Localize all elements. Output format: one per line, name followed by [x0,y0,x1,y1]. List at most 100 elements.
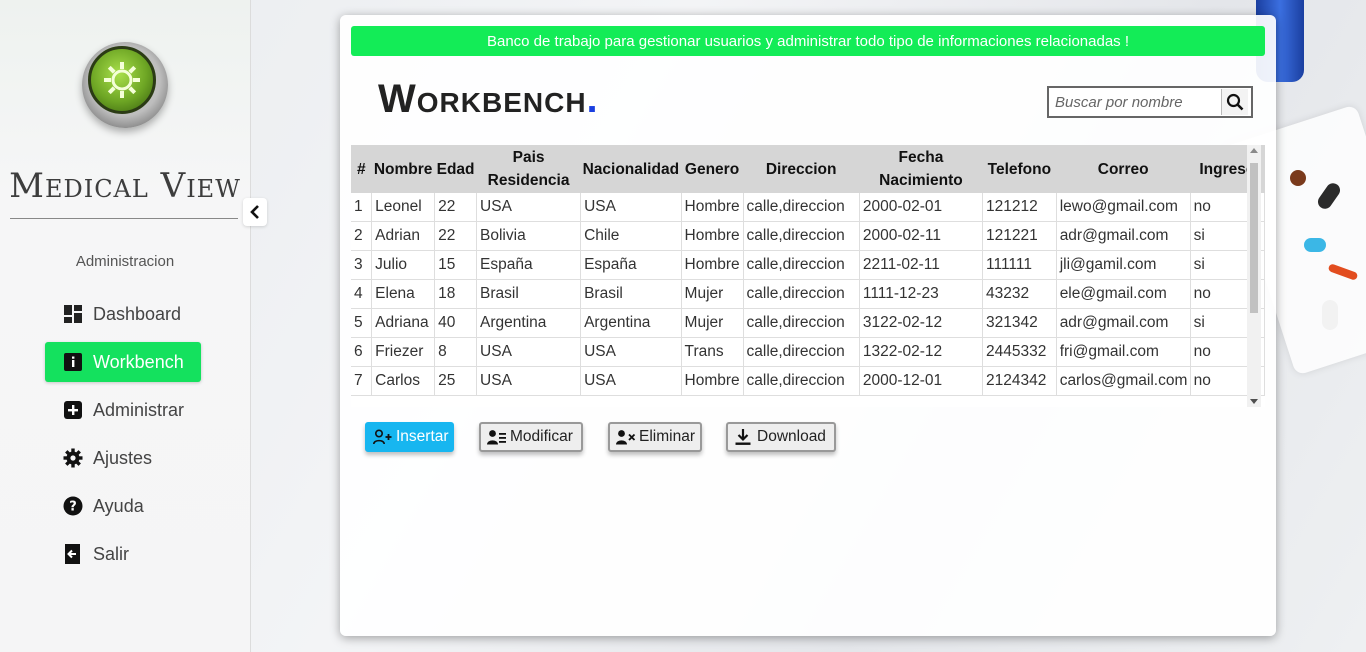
table-cell: adr@gmail.com [1056,308,1191,338]
download-icon [734,428,754,446]
scroll-up-arrow-icon[interactable] [1250,148,1258,153]
table-cell: USA [476,366,582,396]
search-icon [1226,93,1244,111]
background-decoration [1304,238,1326,252]
table-cell: Argentina [580,308,682,338]
table-cell: fri@gmail.com [1056,337,1191,367]
insert-button[interactable]: Insertar [365,422,454,452]
table-cell: 1322-02-12 [859,337,984,367]
sidebar-item-dashboard[interactable]: Dashboard [45,294,201,334]
sidebar: Medical View Administracion Dashboard Wo… [0,0,251,652]
plus-square-icon [63,400,83,420]
sidebar-section-label: Administracion [75,253,175,270]
column-header[interactable]: # [351,145,372,193]
table-cell: calle,direccion [743,279,860,309]
sidebar-item-salir[interactable]: Salir [45,534,201,574]
title-dot: . [586,77,599,121]
table-cell: Trans [681,337,744,367]
table-cell: 22 [434,193,478,222]
sidebar-item-label: Salir [93,543,130,564]
table-row[interactable]: 1 Leonel 22 USA USA Hombre calle,direccion 2000… [351,193,1265,222]
table-cell: Hombre [681,366,744,396]
table-cell: Hombre [681,193,744,222]
table-cell: 2000-02-11 [859,221,984,251]
table-cell: 2445332 [982,337,1057,367]
table-cell: 321342 [982,308,1057,338]
table-cell: 111111 [982,250,1057,280]
table-row[interactable]: 3 Julio 15 España España Hombre calle,direccio… [351,250,1265,280]
scroll-down-arrow-icon[interactable] [1250,399,1258,404]
column-header[interactable]: Genero [681,145,743,193]
table-row[interactable]: 2 Adrian 22 Bolivia Chile Hombre calle,direcci… [351,221,1265,251]
table-row[interactable]: 5 Adriana 40 Argentina Argentina Mujer calle,d… [351,308,1265,338]
table-cell: España [476,250,582,280]
table-row[interactable]: 6 Friezer 8 USA USA Trans calle,direccion 1322-… [351,337,1265,367]
table-cell: Argentina [476,308,582,338]
table-cell: Leonel [371,193,436,222]
sidebar-item-label: Administrar [93,399,185,420]
sidebar-item-label: Workbench [93,351,184,372]
table-cell: USA [580,366,682,396]
table-cell: Mujer [681,279,744,309]
workbench-card: Banco de trabajo para gestionar usuarios… [340,15,1276,636]
sidebar-item-ayuda[interactable]: ? Ayuda [45,486,201,526]
table-cell: 43232 [982,279,1057,309]
column-header[interactable]: Nacionalidad [580,145,682,193]
search-input[interactable] [1049,90,1221,114]
table-cell: adr@gmail.com [1056,221,1191,251]
table-cell: 3122-02-12 [859,308,984,338]
table-row[interactable]: 4 Elena 18 Brasil Brasil Mujer calle,direccion… [351,279,1265,309]
table-cell: 2124342 [982,366,1057,396]
table-cell: Bolivia [476,221,582,251]
column-header[interactable]: Pais Residencia [476,145,581,193]
table-cell: calle,direccion [743,221,860,251]
table-cell: Hombre [681,250,744,280]
download-button[interactable]: Download [726,422,836,452]
sidebar-item-workbench[interactable]: Workbench [45,342,201,382]
svg-text:?: ? [69,500,77,515]
sidebar-item-administrar[interactable]: Administrar [45,390,201,430]
insert-button-label: Insertar [396,428,449,445]
table-cell: carlos@gmail.com [1056,366,1191,396]
table-cell: 2000-02-01 [859,193,984,222]
table-cell: 25 [434,366,478,396]
table-cell: 3 [351,250,373,280]
column-header[interactable]: Fecha Nacimiento [859,145,983,193]
column-header[interactable]: Correo [1056,145,1191,193]
delete-button[interactable]: Eliminar [608,422,702,452]
download-button-label: Download [757,428,826,445]
table-cell: 7 [351,366,373,396]
info-banner: Banco de trabajo para gestionar usuarios… [351,26,1265,56]
table-cell: calle,direccion [743,337,860,367]
column-header[interactable]: Direccion [743,145,860,193]
table-cell: 1111-12-23 [859,279,984,309]
table-cell: Adriana [371,308,436,338]
table-cell: calle,direccion [743,366,860,396]
logo [82,42,168,128]
column-header[interactable]: Nombre [371,145,435,193]
table-cell: Mujer [681,308,744,338]
exit-icon [63,544,83,564]
table-cell: 18 [434,279,478,309]
search-button[interactable] [1221,89,1248,115]
column-header[interactable]: Telefono [982,145,1057,193]
sidebar-item-ajustes[interactable]: Ajustes [45,438,201,478]
scroll-thumb[interactable] [1250,163,1258,313]
table-cell: Chile [580,221,682,251]
background-decoration [1315,180,1343,212]
sidebar-item-label: Ajustes [93,447,153,468]
background-decoration [1290,170,1306,186]
table-cell: 2 [351,221,373,251]
users-table-container: # Nombre Edad Pais Residencia Nacionalid… [351,145,1265,407]
modify-button[interactable]: Modificar [479,422,583,452]
table-row[interactable]: 7 Carlos 25 USA USA Hombre calle,direccion 2000… [351,366,1265,396]
sidebar-collapse-button[interactable] [243,198,267,226]
table-cell: USA [476,337,582,367]
table-cell: 15 [434,250,478,280]
table-cell: 4 [351,279,373,309]
table-cell: Julio [371,250,436,280]
column-header[interactable]: Edad [434,145,477,193]
table-scrollbar[interactable] [1247,145,1261,407]
table-cell: Carlos [371,366,436,396]
gear-icon [104,62,140,98]
